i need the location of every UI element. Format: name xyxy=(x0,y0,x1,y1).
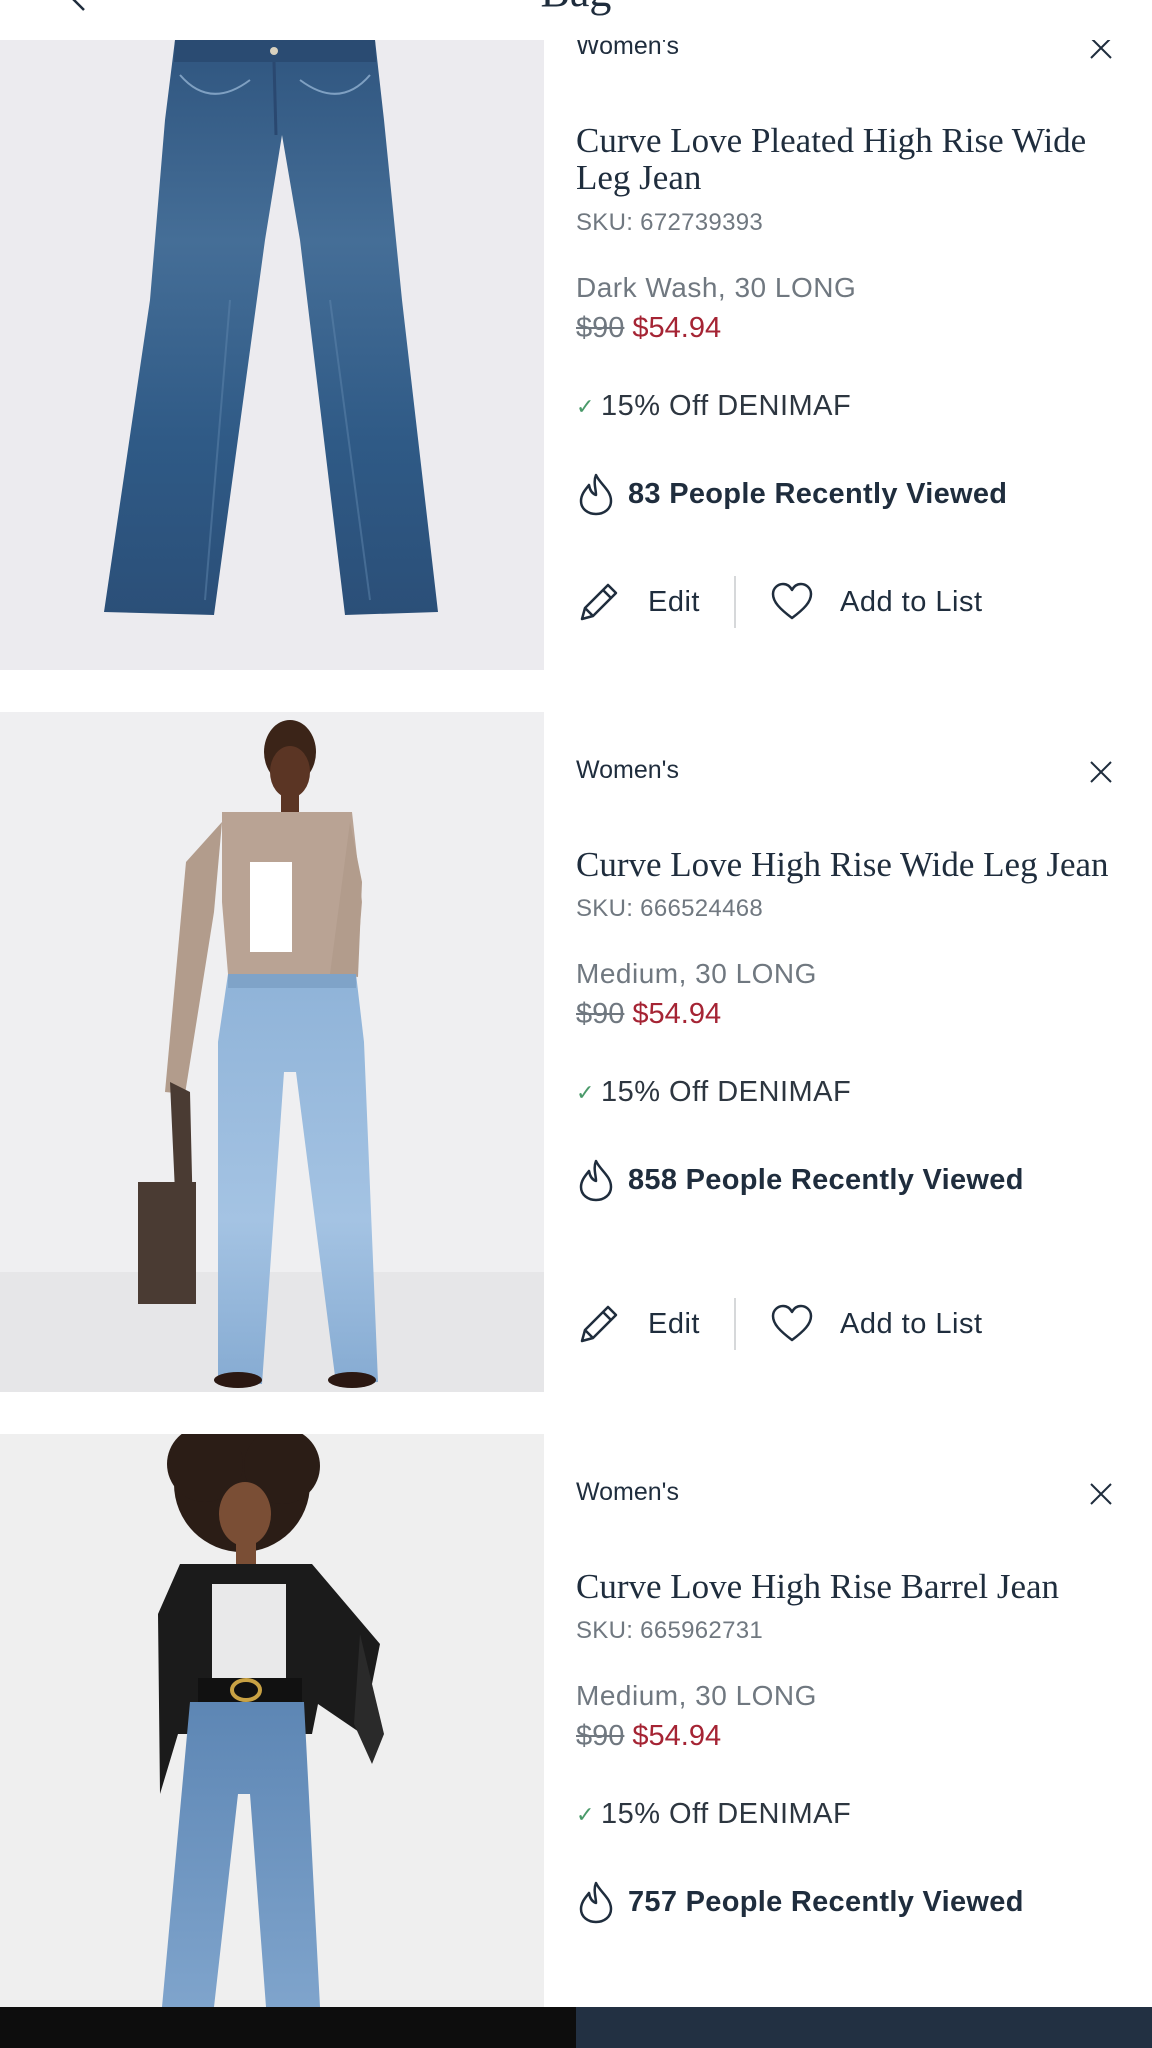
product-variant: Medium, 30 LONG xyxy=(576,958,817,989)
divider xyxy=(733,576,736,628)
checkmark-icon: ✓ xyxy=(576,1079,595,1105)
cart-item: Women's Curve Love High Rise Barrel Jean… xyxy=(0,1434,1152,2007)
price: $90 $54.94 xyxy=(576,312,721,345)
page-title: Bag xyxy=(0,0,1152,17)
sale-price: $54.94 xyxy=(632,312,722,344)
remove-item-button[interactable] xyxy=(1086,1479,1116,1509)
viewed-count-label: 757 People Recently Viewed xyxy=(628,1885,1024,1918)
promo-label: 15% Off DENIMAF xyxy=(600,390,852,422)
item-category: Women's xyxy=(576,1478,679,1506)
product-sku: SKU: 666524468 xyxy=(576,895,764,922)
add-to-list-label: Add to List xyxy=(839,1307,983,1340)
product-image[interactable] xyxy=(0,0,544,670)
edit-button[interactable]: Edit xyxy=(576,1301,700,1347)
bottom-bar-secondary[interactable] xyxy=(0,2007,576,2048)
price: $90 $54.94 xyxy=(576,998,721,1031)
add-to-list-button[interactable]: Add to List xyxy=(770,582,983,622)
add-to-list-label: Add to List xyxy=(839,585,983,618)
edit-label: Edit xyxy=(648,1307,700,1340)
divider xyxy=(733,1298,736,1350)
sale-price: $54.94 xyxy=(632,998,722,1030)
cart-item: Women's Curve Love Pleated High Rise Wid… xyxy=(0,0,1152,670)
promo-applied: ✓ 15% Off DENIMAF xyxy=(576,1076,851,1109)
item-details: Women's Curve Love Pleated High Rise Wid… xyxy=(576,0,1152,670)
item-actions: Edit Add to List xyxy=(576,574,983,630)
item-details: Women's Curve Love High Rise Wide Leg Je… xyxy=(576,712,1152,1392)
promo-applied: ✓ 15% Off DENIMAF xyxy=(576,1798,851,1831)
viewed-count-label: 83 People Recently Viewed xyxy=(628,477,1008,510)
add-to-list-button[interactable]: Add to List xyxy=(770,1304,983,1344)
recently-viewed: 83 People Recently Viewed xyxy=(578,472,1007,516)
original-price: $90 xyxy=(576,312,625,344)
viewed-count-label: 858 People Recently Viewed xyxy=(628,1163,1024,1196)
original-price: $90 xyxy=(576,998,625,1030)
remove-item-button[interactable] xyxy=(1086,757,1116,787)
product-name[interactable]: Curve Love High Rise Barrel Jean xyxy=(576,1568,1132,1605)
sale-price: $54.94 xyxy=(632,1720,722,1752)
item-category: Women's xyxy=(576,756,679,784)
item-actions: Edit Add to List xyxy=(576,1296,983,1352)
heart-icon xyxy=(771,582,813,620)
edit-label: Edit xyxy=(648,585,700,618)
pencil-icon xyxy=(580,1305,618,1343)
flame-icon xyxy=(579,1159,613,1202)
promo-label: 15% Off DENIMAF xyxy=(600,1076,852,1108)
checkmark-icon: ✓ xyxy=(576,393,595,419)
product-name[interactable]: Curve Love Pleated High Rise Wide Leg Je… xyxy=(576,122,1132,196)
product-variant: Dark Wash, 30 LONG xyxy=(576,272,857,303)
product-image[interactable] xyxy=(0,712,544,1392)
top-bar: Bag xyxy=(0,0,1152,40)
recently-viewed: 757 People Recently Viewed xyxy=(578,1880,1024,1924)
flame-icon xyxy=(579,473,613,516)
promo-applied: ✓ 15% Off DENIMAF xyxy=(576,390,851,423)
promo-label: 15% Off DENIMAF xyxy=(600,1798,852,1830)
item-details: Women's Curve Love High Rise Barrel Jean… xyxy=(576,1434,1152,2007)
close-icon xyxy=(1090,1483,1112,1505)
product-sku: SKU: 672739393 xyxy=(576,209,764,236)
edit-button[interactable]: Edit xyxy=(576,579,700,625)
product-image[interactable] xyxy=(0,1434,544,2007)
product-sku: SKU: 665962731 xyxy=(576,1617,764,1644)
price: $90 $54.94 xyxy=(576,1720,721,1753)
bottom-bar-checkout[interactable] xyxy=(576,2007,1152,2048)
cart-item: Women's Curve Love High Rise Wide Leg Je… xyxy=(0,712,1152,1392)
close-icon xyxy=(1090,761,1112,783)
checkmark-icon: ✓ xyxy=(576,1801,595,1827)
flame-icon xyxy=(579,1881,613,1924)
heart-icon xyxy=(771,1304,813,1342)
product-variant: Medium, 30 LONG xyxy=(576,1680,817,1711)
product-name[interactable]: Curve Love High Rise Wide Leg Jean xyxy=(576,846,1132,883)
recently-viewed: 858 People Recently Viewed xyxy=(578,1158,1024,1202)
pencil-icon xyxy=(580,583,618,621)
original-price: $90 xyxy=(576,1720,625,1752)
